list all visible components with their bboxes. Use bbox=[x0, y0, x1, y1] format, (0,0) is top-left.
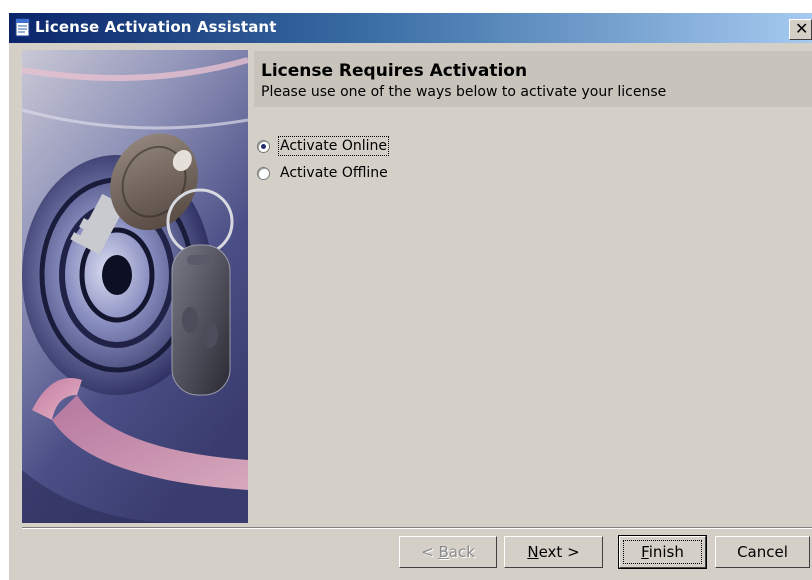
license-document-icon bbox=[15, 18, 30, 37]
footer-separator bbox=[22, 527, 812, 529]
page-title: License Requires Activation bbox=[261, 61, 528, 81]
keys-and-disc-illustration bbox=[22, 50, 248, 523]
next-button-rest: ext > bbox=[538, 543, 580, 561]
title-bar[interactable]: License Activation Assistant ✕ bbox=[9, 13, 812, 43]
back-button-prefix: < bbox=[421, 543, 439, 561]
window-title: License Activation Assistant bbox=[35, 18, 277, 36]
cancel-button-label: Cancel bbox=[737, 543, 788, 561]
radio-button[interactable] bbox=[257, 166, 270, 180]
next-button[interactable]: Next > bbox=[504, 536, 603, 568]
dialog-window: License Activation Assistant ✕ License R… bbox=[9, 13, 812, 580]
option-activate-offline[interactable]: Activate Offline bbox=[257, 162, 389, 184]
radio-button-selected[interactable] bbox=[257, 139, 270, 153]
finish-button[interactable]: Finish bbox=[618, 535, 707, 569]
next-button-mnemonic: N bbox=[527, 543, 539, 561]
option-label: Activate Offline bbox=[280, 165, 388, 181]
option-label: Activate Online bbox=[278, 136, 389, 156]
focus-rect bbox=[623, 540, 702, 564]
cancel-button[interactable]: Cancel bbox=[715, 536, 810, 568]
page-subtitle: Please use one of the ways below to acti… bbox=[261, 84, 667, 100]
option-activate-online[interactable]: Activate Online bbox=[257, 135, 389, 157]
back-button-mnemonic: B bbox=[438, 543, 449, 561]
back-button-rest: ack bbox=[448, 543, 475, 561]
close-button[interactable]: ✕ bbox=[789, 19, 812, 40]
close-icon: ✕ bbox=[795, 19, 809, 38]
wizard-header: License Requires Activation Please use o… bbox=[254, 51, 812, 107]
back-button[interactable]: < Back bbox=[399, 536, 497, 568]
